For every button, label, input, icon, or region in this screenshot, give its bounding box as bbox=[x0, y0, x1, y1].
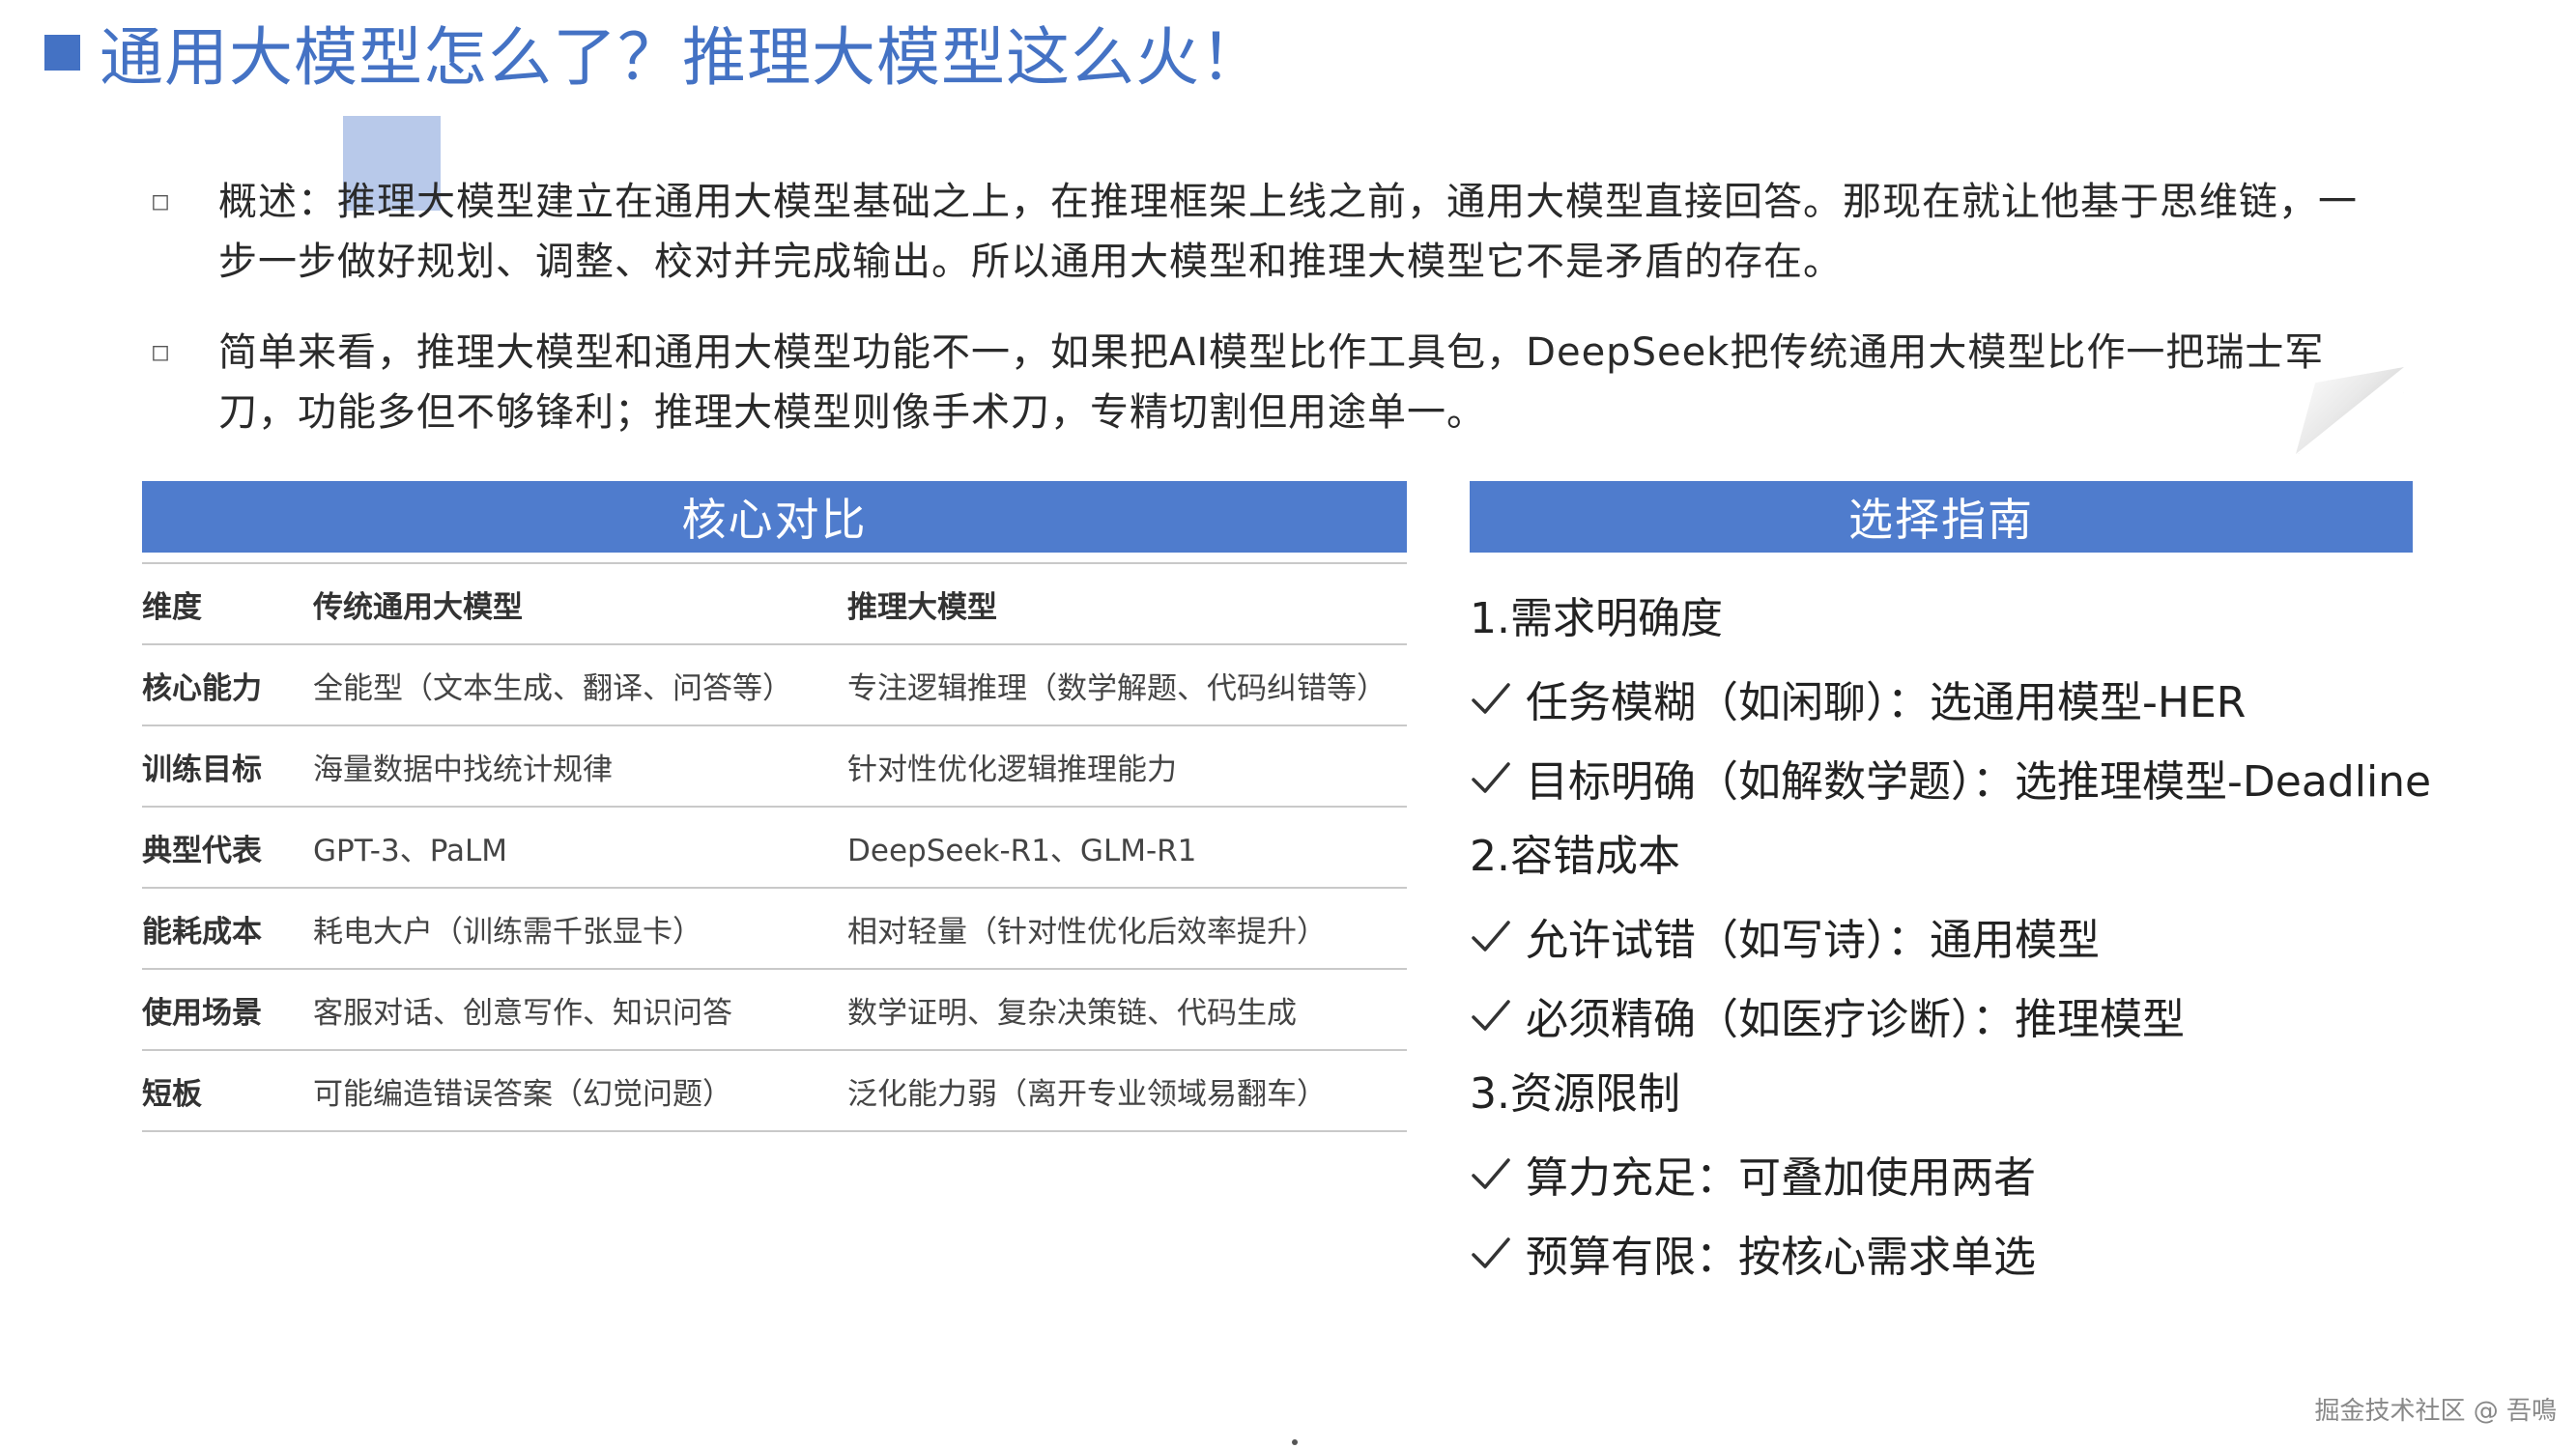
table-cell-reasoning: 数学证明、复杂决策链、代码生成 bbox=[847, 995, 1297, 1031]
guide-item: 必须精确（如医疗诊断）：推理模型 bbox=[1470, 976, 2533, 1055]
table-cell-general: 全能型（文本生成、翻译、问答等） bbox=[313, 670, 792, 706]
checkmark-icon bbox=[1472, 762, 1510, 793]
table-row: 训练目标 海量数据中找统计规律 针对性优化逻辑推理能力 bbox=[142, 726, 1407, 808]
overview-paragraph: ◻ 简单来看，推理大模型和通用大模型功能不一，如果把AI模型比作工具包，Deep… bbox=[151, 323, 2373, 442]
guide-item: 算力充足：可叠加使用两者 bbox=[1470, 1134, 2533, 1213]
table-cell-general: 可能编造错误答案（幻觉问题） bbox=[313, 1076, 732, 1112]
page-title: 通用大模型怎么了？推理大模型这么火！ bbox=[100, 20, 1265, 95]
table-cell-dimension: 短板 bbox=[142, 1076, 202, 1112]
guide-item: 允许试错（如写诗）：通用模型 bbox=[1470, 896, 2533, 976]
table-row: 核心能力 全能型（文本生成、翻译、问答等） 专注逻辑推理（数学解题、代码纠错等） bbox=[142, 645, 1407, 726]
table-cell-general: 海量数据中找统计规律 bbox=[313, 752, 613, 787]
guide-item: 预算有限：按核心需求单选 bbox=[1470, 1213, 2533, 1293]
table-cell-reasoning: 相对轻量（针对性优化后效率提升） bbox=[847, 914, 1327, 950]
table-row: 短板 可能编造错误答案（幻觉问题） 泛化能力弱（离开专业领域易翻车） bbox=[142, 1051, 1407, 1132]
overview-paragraph-text: 简单来看，推理大模型和通用大模型功能不一，如果把AI模型比作工具包，DeepSe… bbox=[218, 330, 2325, 435]
watermark: 掘金技术社区 @ 吾鳴 bbox=[2314, 1397, 2557, 1426]
guide-item-text: 预算有限：按核心需求单选 bbox=[1526, 1233, 2036, 1282]
selection-guide: 1.需求明确度 任务模糊（如闲聊）：选通用模型-HER 目标明确（如解数学题）：… bbox=[1470, 580, 2533, 1293]
table-cell-reasoning: 泛化能力弱（离开专业领域易翻车） bbox=[847, 1076, 1327, 1112]
compare-section-header: 核心对比 bbox=[142, 481, 1407, 553]
table-cell-reasoning: DeepSeek-R1、GLM-R1 bbox=[847, 833, 1197, 868]
title-square-marker bbox=[44, 34, 80, 71]
table-cell-dimension: 核心能力 bbox=[142, 670, 262, 706]
table-cell-general: 客服对话、创意写作、知识问答 bbox=[313, 995, 732, 1031]
guide-item: 任务模糊（如闲聊）：选通用模型-HER bbox=[1470, 659, 2533, 738]
table-row: 典型代表 GPT-3、PaLM DeepSeek-R1、GLM-R1 bbox=[142, 808, 1407, 889]
guide-heading: 2.容错成本 bbox=[1470, 832, 1680, 881]
checkmark-icon bbox=[1472, 683, 1510, 714]
guide-heading: 1.需求明确度 bbox=[1470, 594, 1723, 643]
overview-paragraph: ◻ 概述：推理大模型建立在通用大模型基础之上，在推理框架上线之前，通用大模型直接… bbox=[151, 172, 2373, 292]
table-cell-reasoning: 针对性优化逻辑推理能力 bbox=[847, 752, 1177, 787]
column-header: 推理大模型 bbox=[847, 589, 997, 625]
table-cell-dimension: 使用场景 bbox=[142, 995, 262, 1031]
table-cell-dimension: 训练目标 bbox=[142, 752, 262, 787]
table-cell-general: 耗电大户（训练需千张显卡） bbox=[313, 914, 702, 950]
checkmark-icon bbox=[1472, 1158, 1510, 1189]
checkmark-icon bbox=[1472, 1237, 1510, 1268]
title-row: 通用大模型怎么了？推理大模型这么火！ bbox=[44, 14, 1265, 95]
guide-item: 目标明确（如解数学题）：选推理模型-Deadline bbox=[1470, 738, 2533, 817]
bullet-placeholder-icon: ◻ bbox=[151, 338, 170, 365]
guide-item-text: 算力充足：可叠加使用两者 bbox=[1526, 1153, 2036, 1203]
bullet-placeholder-icon: ◻ bbox=[151, 187, 170, 214]
checkmark-icon bbox=[1472, 1000, 1510, 1031]
table-cell-reasoning: 专注逻辑推理（数学解题、代码纠错等） bbox=[847, 670, 1387, 706]
table-header-row: 维度 传统通用大模型 推理大模型 bbox=[142, 564, 1407, 645]
guide-heading: 3.资源限制 bbox=[1470, 1069, 1680, 1119]
overview-paragraph-text: 概述：推理大模型建立在通用大模型基础之上，在推理框架上线之前，通用大模型直接回答… bbox=[218, 180, 2358, 284]
guide-item-text: 任务模糊（如闲聊）：选通用模型-HER bbox=[1526, 678, 2247, 727]
table-row: 使用场景 客服对话、创意写作、知识问答 数学证明、复杂决策链、代码生成 bbox=[142, 970, 1407, 1051]
checkmark-icon bbox=[1472, 921, 1510, 952]
guide-item-text: 允许试错（如写诗）：通用模型 bbox=[1526, 916, 2100, 965]
guide-item-text: 必须精确（如医疗诊断）：推理模型 bbox=[1526, 995, 2185, 1044]
table-cell-dimension: 典型代表 bbox=[142, 833, 262, 868]
table-row: 能耗成本 耗电大户（训练需千张显卡） 相对轻量（针对性优化后效率提升） bbox=[142, 889, 1407, 970]
guide-item-text: 目标明确（如解数学题）：选推理模型-Deadline bbox=[1526, 757, 2432, 807]
guide-section-header: 选择指南 bbox=[1470, 481, 2413, 553]
page-dot-decoration bbox=[1292, 1439, 1298, 1445]
column-header: 传统通用大模型 bbox=[313, 589, 523, 625]
table-cell-general: GPT-3、PaLM bbox=[313, 833, 508, 868]
table-cell-dimension: 能耗成本 bbox=[142, 914, 262, 950]
column-header: 维度 bbox=[142, 589, 202, 625]
slide: 通用大模型怎么了？推理大模型这么火！ ◻ 概述：推理大模型建立在通用大模型基础之… bbox=[0, 0, 2576, 1449]
compare-table: 维度 传统通用大模型 推理大模型 核心能力 全能型（文本生成、翻译、问答等） 专… bbox=[142, 562, 1407, 1132]
